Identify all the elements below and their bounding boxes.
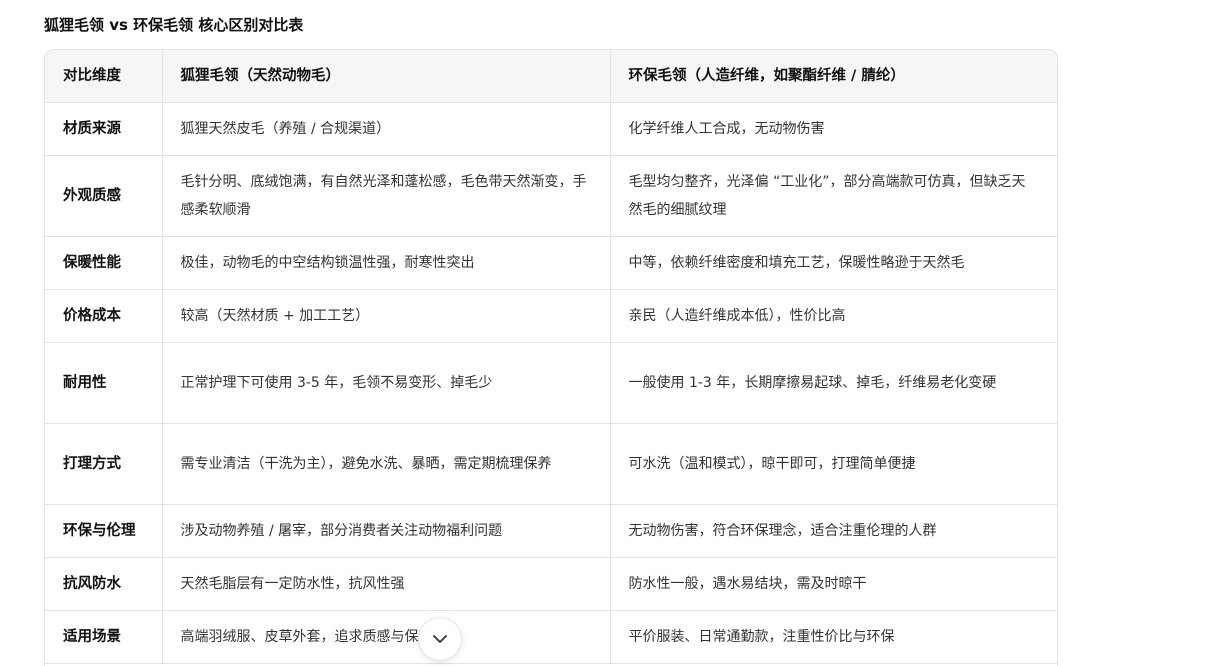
page-title: 狐狸毛领 vs 环保毛领 核心区别对比表 xyxy=(44,16,304,34)
fox-fur-cell: 正常护理下可使用 3-5 年，毛领不易变形、掉毛少 xyxy=(162,342,611,424)
row-dimension: 适用场景 xyxy=(45,610,163,664)
fox-fur-cell: 狐狸天然皮毛（养殖 / 合规渠道） xyxy=(162,102,611,156)
table-row: 材质来源 狐狸天然皮毛（养殖 / 合规渠道） 化学纤维人工合成，无动物伤害 xyxy=(45,102,1057,156)
eco-fur-cell: 防水性一般，遇水易结块，需及时晾干 xyxy=(610,557,1057,611)
eco-fur-cell: 化学纤维人工合成，无动物伤害 xyxy=(610,102,1057,156)
table-row: 打理方式 需专业清洁（干洗为主），避免水洗、暴晒，需定期梳理保养 可水洗（温和模… xyxy=(45,423,1057,505)
table-row: 适用场景 高端羽绒服、皮草外套，追求质感与保暖 平价服装、日常通勤款，注重性价比… xyxy=(45,610,1057,664)
fox-fur-cell: 天然毛脂层有一定防水性，抗风性强 xyxy=(162,557,611,611)
fox-fur-cell: 极佳，动物毛的中空结构锁温性强，耐寒性突出 xyxy=(162,236,611,290)
table-row: 外观质感 毛针分明、底绒饱满，有自然光泽和蓬松感，毛色带天然渐变，手感柔软顺滑 … xyxy=(45,155,1057,237)
table-row: 抗风防水 天然毛脂层有一定防水性，抗风性强 防水性一般，遇水易结块，需及时晾干 xyxy=(45,557,1057,611)
table-header-row: 对比维度 狐狸毛领（天然动物毛） 环保毛领（人造纤维，如聚酯纤维 / 腈纶） xyxy=(45,50,1057,103)
eco-fur-cell: 无动物伤害，符合环保理念，适合注重伦理的人群 xyxy=(610,504,1057,558)
row-dimension: 材质来源 xyxy=(45,102,163,156)
eco-fur-cell: 可水洗（温和模式），晾干即可，打理简单便捷 xyxy=(610,423,1057,505)
table-row: 保暖性能 极佳，动物毛的中空结构锁温性强，耐寒性突出 中等，依赖纤维密度和填充工… xyxy=(45,236,1057,290)
eco-fur-cell: 亲民（人造纤维成本低），性价比高 xyxy=(610,289,1057,343)
header-fox-fur: 狐狸毛领（天然动物毛） xyxy=(162,50,611,103)
row-dimension: 耐用性 xyxy=(45,342,163,424)
header-eco-fur: 环保毛领（人造纤维，如聚酯纤维 / 腈纶） xyxy=(610,50,1057,103)
fox-fur-cell: 需专业清洁（干洗为主），避免水洗、暴晒，需定期梳理保养 xyxy=(162,423,611,505)
eco-fur-cell: 一般使用 1-3 年，长期摩擦易起球、掉毛，纤维易老化变硬 xyxy=(610,342,1057,424)
table-row: 耐用性 正常护理下可使用 3-5 年，毛领不易变形、掉毛少 一般使用 1-3 年… xyxy=(45,342,1057,424)
row-dimension: 保暖性能 xyxy=(45,236,163,290)
row-dimension: 价格成本 xyxy=(45,289,163,343)
fox-fur-cell: 较高（天然材质 + 加工工艺） xyxy=(162,289,611,343)
scroll-down-button[interactable] xyxy=(418,617,462,661)
chevron-down-icon xyxy=(433,635,447,643)
comparison-table-container: 对比维度 狐狸毛领（天然动物毛） 环保毛领（人造纤维，如聚酯纤维 / 腈纶） 材… xyxy=(44,49,1058,666)
row-dimension: 抗风防水 xyxy=(45,557,163,611)
table-row: 环保与伦理 涉及动物养殖 / 屠宰，部分消费者关注动物福利问题 无动物伤害，符合… xyxy=(45,504,1057,558)
row-dimension: 外观质感 xyxy=(45,155,163,237)
fox-fur-cell: 涉及动物养殖 / 屠宰，部分消费者关注动物福利问题 xyxy=(162,504,611,558)
page: 狐狸毛领 vs 环保毛领 核心区别对比表 对比维度 狐狸毛领（天然动物毛） 环保… xyxy=(0,0,1223,666)
fox-fur-cell: 高端羽绒服、皮草外套，追求质感与保暖 xyxy=(162,610,611,664)
header-dimension: 对比维度 xyxy=(45,50,163,103)
row-dimension: 打理方式 xyxy=(45,423,163,505)
table-row: 价格成本 较高（天然材质 + 加工工艺） 亲民（人造纤维成本低），性价比高 xyxy=(45,289,1057,343)
comparison-table: 对比维度 狐狸毛领（天然动物毛） 环保毛领（人造纤维，如聚酯纤维 / 腈纶） 材… xyxy=(45,50,1057,664)
fox-fur-cell: 毛针分明、底绒饱满，有自然光泽和蓬松感，毛色带天然渐变，手感柔软顺滑 xyxy=(162,155,611,237)
eco-fur-cell: 中等，依赖纤维密度和填充工艺，保暖性略逊于天然毛 xyxy=(610,236,1057,290)
row-dimension: 环保与伦理 xyxy=(45,504,163,558)
eco-fur-cell: 毛型均匀整齐，光泽偏 “工业化”，部分高端款可仿真，但缺乏天然毛的细腻纹理 xyxy=(610,155,1057,237)
eco-fur-cell: 平价服装、日常通勤款，注重性价比与环保 xyxy=(610,610,1057,664)
